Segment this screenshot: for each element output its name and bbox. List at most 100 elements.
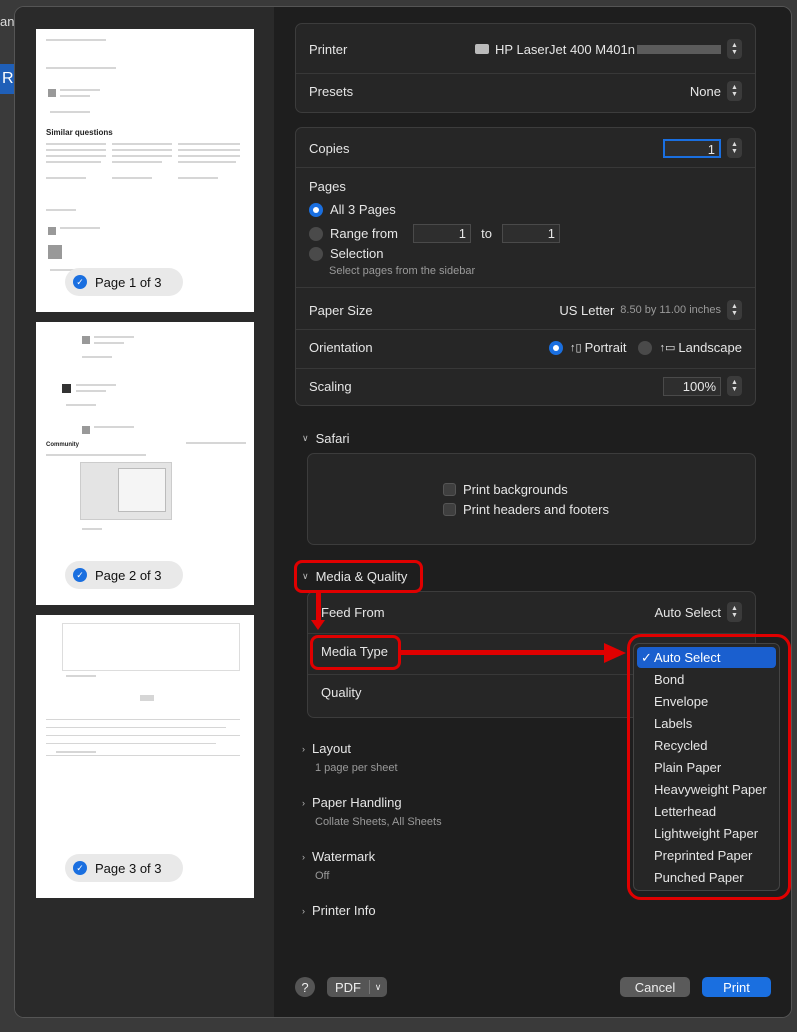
copies-input[interactable]: 1	[663, 138, 721, 158]
thumb-heading: Similar questions	[46, 128, 113, 137]
portrait-label: Portrait	[584, 340, 627, 355]
printer-value: HP LaserJet 400 M401n	[495, 41, 635, 57]
paper-size-label: Paper Size	[309, 302, 373, 318]
paper-size-value: US Letter	[559, 302, 615, 318]
updown-chevron-icon: ▲ ▼	[727, 39, 742, 59]
watermark-detail: Off	[315, 870, 330, 882]
page-label: Page 1 of 3	[95, 274, 162, 290]
background-button: R	[0, 64, 14, 94]
selection-label: Selection	[330, 246, 384, 261]
checkmark-icon: ✓	[73, 861, 87, 875]
print-backgrounds-label: Print backgrounds	[463, 482, 568, 497]
range-label: Range from	[330, 226, 398, 241]
feed-from-select[interactable]: Auto Select ▲ ▼	[654, 602, 742, 622]
print-headers-checkbox[interactable]	[443, 503, 456, 516]
redacted-bar	[637, 44, 721, 54]
selection-hint: Select pages from the sidebar	[329, 265, 476, 277]
feed-from-value: Auto Select	[654, 604, 722, 620]
feed-from-label: Feed From	[321, 604, 385, 620]
range-radio[interactable]	[309, 226, 323, 241]
print-options-box: Copies 1 ▲ ▼ Pages All 3 Pages Range from…	[295, 127, 756, 406]
scaling-stepper[interactable]: ▲ ▼	[727, 376, 742, 396]
page-thumbnail-sidebar[interactable]: Similar questions ✓ Page 1 of 3 Communit…	[15, 7, 274, 1017]
chevron-right-icon: ›	[302, 851, 305, 862]
selection-radio[interactable]	[309, 246, 323, 261]
chevron-down-icon: ∨	[374, 981, 382, 992]
updown-chevron-icon: ▲ ▼	[727, 300, 742, 320]
watermark-section-header[interactable]: › Watermark	[302, 849, 375, 864]
scaling-label: Scaling	[309, 378, 352, 394]
printer-select[interactable]: HP LaserJet 400 M401n ▲ ▼	[475, 39, 742, 59]
page-label: Page 3 of 3	[95, 860, 162, 876]
print-backgrounds-option[interactable]: Print backgrounds	[443, 482, 568, 497]
presets-label: Presets	[309, 83, 354, 99]
presets-value: None	[689, 83, 721, 99]
quality-label: Quality	[321, 685, 362, 700]
presets-select[interactable]: None ▲ ▼	[690, 81, 742, 101]
print-dialog: Similar questions ✓ Page 1 of 3 Communit…	[14, 6, 792, 1018]
layout-section-header[interactable]: › Layout	[302, 741, 351, 756]
updown-chevron-icon: ▲ ▼	[727, 602, 742, 622]
print-headers-label: Print headers and footers	[463, 502, 609, 517]
all-pages-label: All 3 Pages	[330, 202, 396, 217]
page-2-selected-pill[interactable]: ✓ Page 2 of 3	[65, 561, 183, 589]
page-3-selected-pill[interactable]: ✓ Page 3 of 3	[65, 854, 183, 882]
annotation-arrow-down	[316, 593, 321, 623]
safari-label: Safari	[315, 431, 350, 446]
printer-presets-box: Printer HP LaserJet 400 M401n ▲ ▼ Presets…	[295, 23, 756, 113]
pages-label: Pages	[309, 179, 346, 194]
copies-stepper[interactable]: ▲ ▼	[727, 138, 742, 158]
landscape-icon: ↑▭	[659, 342, 676, 354]
print-headers-option[interactable]: Print headers and footers	[443, 502, 609, 517]
copies-label: Copies	[309, 140, 350, 156]
chevron-right-icon: ›	[302, 905, 305, 916]
page-label: Page 2 of 3	[95, 567, 162, 583]
pdf-menu-button[interactable]: PDF ∨	[327, 977, 387, 997]
annotation-arrowhead-right	[604, 643, 626, 663]
checkmark-icon: ✓	[73, 275, 87, 289]
printer-icon	[475, 44, 490, 54]
annotation-arrowhead-down	[311, 620, 325, 630]
portrait-radio[interactable]	[549, 340, 563, 355]
paper-size-detail: 8.50 by 11.00 inches	[620, 304, 721, 316]
range-to-input[interactable]: 1	[502, 224, 560, 243]
range-to-label: to	[481, 226, 492, 241]
paper-handling-detail: Collate Sheets, All Sheets	[315, 816, 442, 828]
thumb-heading: Community	[46, 442, 79, 448]
printer-info-label: Printer Info	[312, 903, 376, 918]
pdf-label: PDF	[335, 979, 361, 995]
help-button[interactable]: ?	[295, 977, 315, 997]
landscape-label: Landscape	[678, 340, 742, 355]
all-pages-radio[interactable]	[309, 202, 323, 217]
print-backgrounds-checkbox[interactable]	[443, 483, 456, 496]
chevron-right-icon: ›	[302, 743, 305, 754]
print-settings-panel: Printer HP LaserJet 400 M401n ▲ ▼ Presets…	[274, 7, 791, 1017]
watermark-label: Watermark	[312, 849, 376, 864]
printer-info-section-header[interactable]: › Printer Info	[302, 903, 376, 918]
background-text: an	[0, 14, 15, 29]
annotation-box-media-menu	[627, 634, 791, 900]
paper-handling-label: Paper Handling	[312, 795, 402, 810]
page-1-selected-pill[interactable]: ✓ Page 1 of 3	[65, 268, 183, 296]
checkmark-icon: ✓	[73, 568, 87, 582]
orientation-label: Orientation	[309, 340, 373, 355]
updown-chevron-icon: ▲ ▼	[727, 81, 742, 101]
annotation-box-media-type	[310, 635, 401, 670]
annotation-box-media-quality	[294, 560, 423, 593]
scaling-input[interactable]: 100%	[663, 376, 721, 396]
landscape-radio[interactable]	[638, 340, 653, 355]
paper-handling-section-header[interactable]: › Paper Handling	[302, 795, 402, 810]
cancel-button[interactable]: Cancel	[620, 977, 690, 997]
printer-label: Printer	[309, 41, 348, 57]
paper-size-select[interactable]: US Letter 8.50 by 11.00 inches ▲ ▼	[559, 300, 742, 320]
chevron-down-icon: ∨	[302, 433, 309, 443]
layout-detail: 1 page per sheet	[315, 762, 398, 774]
range-from-input[interactable]: 1	[413, 224, 471, 243]
safari-box: Print backgrounds Print headers and foot…	[307, 453, 756, 545]
safari-section-header[interactable]: ∨ Safari	[302, 431, 350, 446]
print-button[interactable]: Print	[702, 977, 771, 997]
chevron-right-icon: ›	[302, 797, 305, 808]
layout-label: Layout	[312, 741, 352, 756]
portrait-icon: ↑▯	[570, 342, 582, 354]
annotation-arrow-right	[401, 650, 606, 655]
